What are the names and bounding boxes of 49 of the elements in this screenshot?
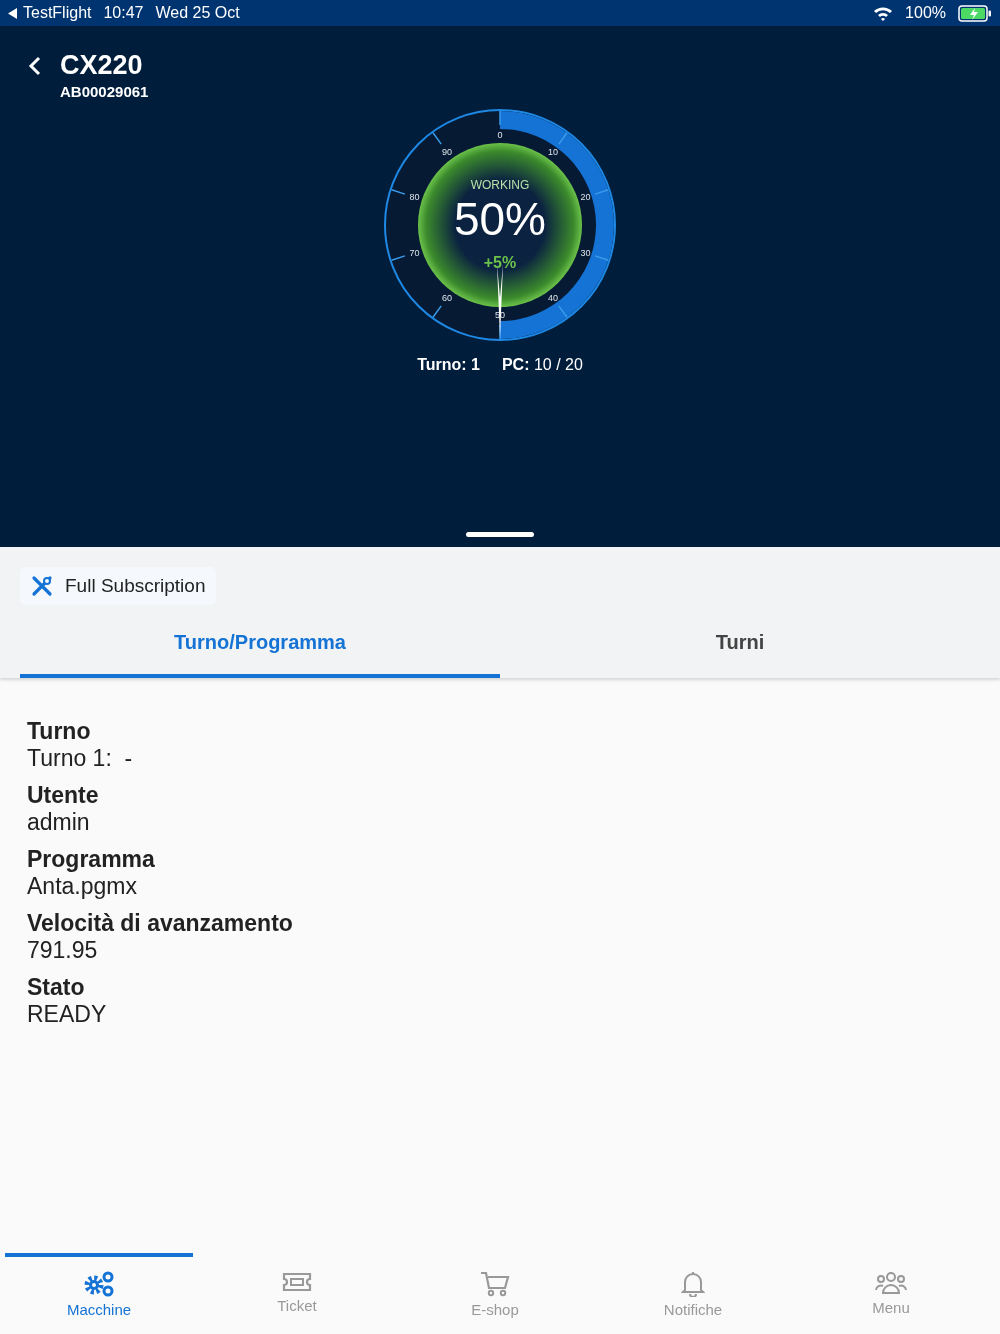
nav-tab[interactable]: Macchine — [5, 1253, 193, 1318]
field-value: READY — [27, 1001, 108, 1028]
field-value: admin — [27, 809, 91, 836]
people-icon — [875, 1271, 907, 1295]
nav-tab[interactable]: E-shop — [401, 1253, 589, 1318]
gauge-tick-label: 0 — [497, 130, 503, 140]
efficiency-delta: +5% — [483, 254, 517, 272]
nav-tab[interactable]: Ticket — [203, 1253, 391, 1318]
gauge-tick-label: 80 — [409, 192, 420, 203]
machine-title: CX220 — [60, 50, 144, 81]
piece-count: PC: 10 / 20 — [501, 356, 583, 374]
gauge-tick-label: 30 — [580, 247, 591, 258]
field-value: Turno 1: - — [27, 745, 134, 772]
field-value: Anta.pgmx — [27, 873, 138, 900]
shift-count: Turno: 1 — [417, 356, 480, 374]
nav-tab[interactable]: Menu — [797, 1253, 985, 1318]
field-label: Stato — [27, 974, 86, 1001]
back-triangle-icon — [8, 7, 18, 19]
gears-icon — [82, 1271, 116, 1297]
gauge-tick-label: 90 — [442, 147, 453, 158]
tools-icon — [31, 575, 53, 597]
subscription-label: Full Subscription — [65, 575, 206, 597]
wifi-icon — [873, 5, 894, 21]
gauge-tick-label: 20 — [580, 192, 591, 203]
gauge-tick-label: 70 — [409, 247, 420, 258]
efficiency-value: 50% — [453, 196, 547, 242]
status-time: 10:47 — [103, 4, 144, 22]
field-value: 791.95 — [27, 937, 99, 964]
field-label: Utente — [27, 782, 100, 809]
machine-state: WORKING — [470, 178, 530, 192]
gauge-tick-label: 40 — [547, 292, 558, 303]
nav-tab[interactable]: Notifiche — [599, 1253, 787, 1318]
field-label: Turno — [27, 718, 92, 745]
status-date: Wed 25 Oct — [155, 4, 240, 22]
page-indicator — [466, 532, 534, 537]
battery-icon — [958, 4, 992, 22]
machine-serial: AB00029061 — [60, 83, 149, 100]
field-label: Velocità di avanzamento — [27, 910, 294, 937]
gauge-tick-label: 60 — [442, 292, 453, 303]
gauge-tick-label: 10 — [547, 147, 558, 158]
tab[interactable]: Turni — [500, 605, 980, 678]
tab[interactable]: Turno/Programma — [20, 605, 500, 678]
back-to-app-link[interactable]: TestFlight — [8, 4, 92, 22]
field-label: Programma — [27, 846, 156, 873]
cart-icon — [480, 1271, 510, 1297]
battery-percent: 100% — [905, 4, 946, 22]
bell-icon — [681, 1271, 705, 1297]
ticket-icon — [282, 1271, 312, 1293]
back-icon[interactable] — [28, 56, 42, 76]
